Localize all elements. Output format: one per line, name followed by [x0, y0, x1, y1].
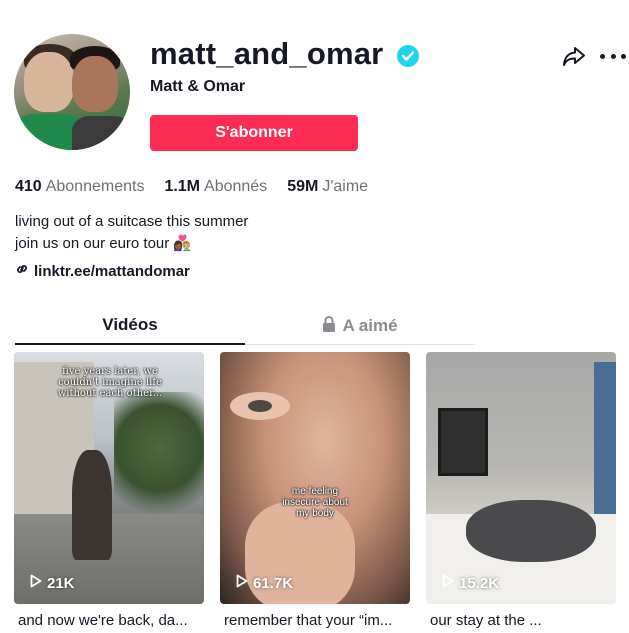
stat-followers[interactable]: 1.1M Abonnés	[164, 178, 267, 196]
avatar[interactable]	[14, 34, 130, 150]
view-count: 61.7K	[236, 574, 293, 592]
profile-stats: 410 Abonnements 1.1M Abonnés 59M J'aime	[15, 178, 368, 196]
bio-link[interactable]: linktr.ee/mattandomar	[15, 262, 190, 280]
play-icon	[236, 574, 248, 592]
video-thumbnail[interactable]: 15.2K	[426, 352, 616, 604]
profile-page: matt_and_omar Matt & Omar S'abonner 410 A…	[0, 0, 629, 633]
tab-videos[interactable]: Vidéos	[15, 307, 245, 345]
link-icon	[15, 262, 29, 280]
username-text: matt_and_omar	[150, 36, 384, 71]
bio: living out of a suitcase this summer joi…	[15, 211, 248, 255]
tab-liked[interactable]: A aimé	[245, 307, 475, 345]
bio-line: join us on our euro tour 👩🏾‍❤️‍👨🏼	[15, 235, 193, 252]
video-thumbnail[interactable]: five years later, we couldn't imagine li…	[14, 352, 204, 604]
video-caption[interactable]: our stay at the ...	[430, 612, 620, 629]
play-icon	[30, 574, 42, 592]
subscribe-button[interactable]: S'abonner	[150, 115, 358, 151]
video-thumbnail[interactable]: me feeling insecure about my body 61.7K	[220, 352, 410, 604]
verified-badge-icon	[397, 45, 420, 67]
lock-icon	[322, 315, 336, 337]
video-caption[interactable]: and now we're back, da...	[18, 612, 208, 629]
video-overlay-text: five years later, we couldn't imagine li…	[57, 366, 163, 399]
display-name: Matt & Omar	[150, 78, 246, 95]
video-caption[interactable]: remember that your “im...	[224, 612, 414, 629]
bio-line: living out of a suitcase this summer	[15, 213, 249, 230]
stat-likes: 59M J'aime	[287, 178, 369, 195]
profile-username: matt_and_omar	[150, 36, 420, 72]
profile-tabs: Vidéos A aimé	[15, 307, 475, 345]
share-icon[interactable]	[560, 42, 588, 70]
video-overlay-text: me feeling insecure about my body	[282, 486, 348, 519]
view-count: 21K	[30, 574, 75, 592]
more-options-icon[interactable]	[600, 46, 626, 66]
bio-link-text: linktr.ee/mattandomar	[34, 262, 190, 280]
stat-following[interactable]: 410 Abonnements	[15, 178, 144, 196]
play-icon	[442, 574, 454, 592]
view-count: 15.2K	[442, 574, 499, 592]
